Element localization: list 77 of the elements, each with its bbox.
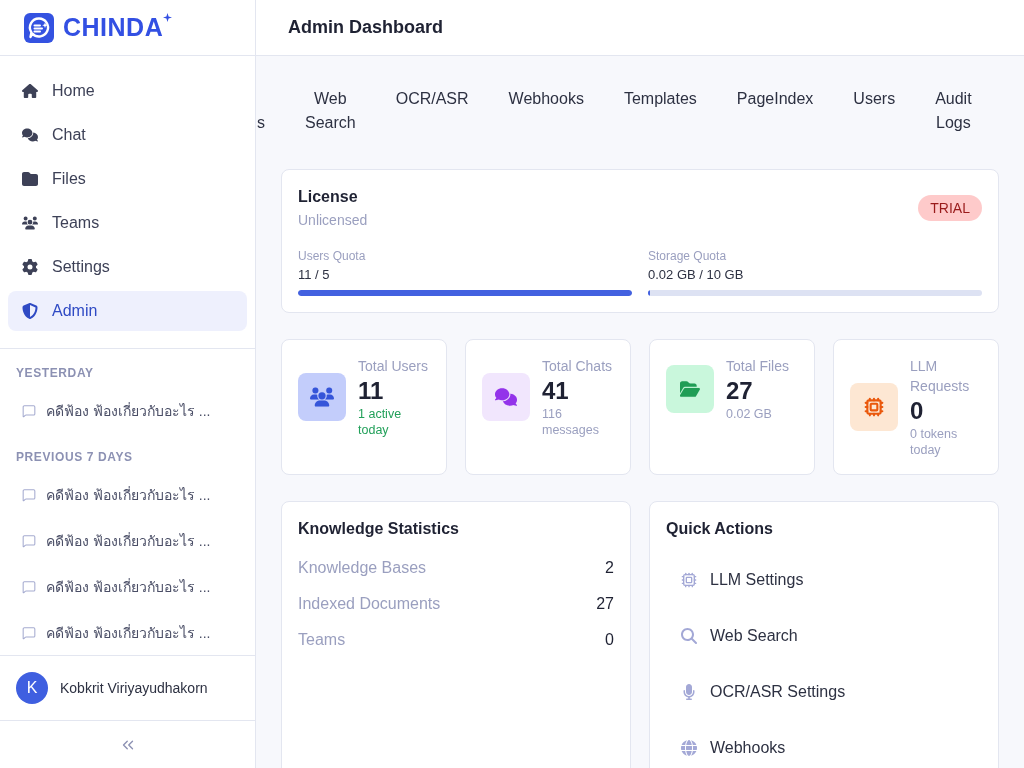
card-title: Quick Actions <box>666 519 774 539</box>
stat-label: Knowledge Bases <box>298 559 427 577</box>
card-title: Knowledge Statistics <box>298 519 460 539</box>
settings-icon <box>22 259 38 275</box>
stat-title: Total Users <box>358 357 430 376</box>
tab[interactable]: Audit Logs <box>915 87 992 135</box>
stat-value: 11 <box>358 376 385 406</box>
user-name: Kobkrit Viriyayudhakorn <box>60 680 208 696</box>
stat-value: 41 <box>542 376 570 406</box>
license-status: Unlicensed <box>298 211 368 230</box>
tab[interactable]: Users <box>833 87 916 111</box>
nav-item[interactable]: Settings <box>8 247 247 287</box>
quota-label: Storage Quota <box>648 248 728 264</box>
chat-history-item[interactable]: คดีฟ้อง ฟ้องเกี่ยวกับอะไร ... <box>8 518 247 564</box>
users-icon <box>298 373 346 421</box>
chat-bubble-icon <box>22 580 36 594</box>
chat-bubble-icon <box>22 534 36 548</box>
nav-item[interactable]: Admin <box>8 291 247 331</box>
stat-label: Indexed Documents <box>298 595 441 613</box>
tab[interactable]: Webhooks <box>488 87 604 111</box>
section-heading: YESTERDAY <box>15 365 95 381</box>
stat-subtext: 1 active today <box>358 406 403 438</box>
nav-item[interactable]: Chat <box>8 115 247 155</box>
quota-reading: 0.02 GB / 10 GB <box>648 266 745 284</box>
chip-icon <box>850 383 898 431</box>
microphone-icon <box>681 684 697 700</box>
stat-count: 0 <box>605 631 614 649</box>
stat-subtext: 0.02 GB <box>726 406 773 422</box>
chat-bubble-icon <box>22 488 36 502</box>
stat-subtext: 0 tokens today <box>910 426 959 458</box>
tab[interactable]: Web Search <box>285 87 376 135</box>
quick-action-item[interactable]: Web Search <box>666 608 982 664</box>
globe-icon <box>681 740 697 756</box>
chat-bubbles-icon <box>482 373 530 421</box>
nav-item[interactable]: Files <box>8 159 247 199</box>
shield-icon <box>22 303 38 319</box>
stat-title: LLM Requests <box>910 357 971 396</box>
quick-action-item[interactable]: Webhooks <box>666 720 982 768</box>
stat-count: 27 <box>596 595 614 613</box>
quick-action-item[interactable]: LLM Settings <box>666 552 982 608</box>
stat-value: 27 <box>726 376 754 406</box>
sparkle-icon <box>163 13 173 22</box>
stat-title: Total Files <box>726 357 791 376</box>
chip-icon <box>681 572 697 588</box>
stat-value: 0 <box>910 396 925 426</box>
quota-reading: 11 / 5 <box>298 266 331 284</box>
chat-history-item[interactable]: คดีฟ้อง ฟ้องเกี่ยวกับอะไร ... <box>8 388 247 434</box>
open-folder-icon <box>666 365 714 413</box>
quota-label: Users Quota <box>298 248 367 264</box>
chat-history-item[interactable]: คดีฟ้อง ฟ้องเกี่ยวกับอะไร ... <box>8 610 247 655</box>
nav-item[interactable]: Teams <box>8 203 247 243</box>
user-avatar: K <box>16 672 48 704</box>
card-title: License <box>298 187 359 207</box>
chat-history-item[interactable]: คดีฟ้อง ฟ้องเกี่ยวกับอะไร ... <box>8 472 247 518</box>
stat-subtext: 116 messages <box>542 406 600 438</box>
users-icon <box>22 215 38 231</box>
stat-title: Total Chats <box>542 357 614 376</box>
logo-icon <box>24 12 54 43</box>
quick-action-item[interactable]: OCR/ASR Settings <box>666 664 982 720</box>
home-icon <box>22 83 38 99</box>
stat-label: Teams <box>298 631 346 649</box>
tab[interactable]: PageIndex <box>716 87 834 111</box>
folder-icon <box>22 171 38 187</box>
section-heading: PREVIOUS 7 DAYS <box>15 449 134 465</box>
chat-bubble-icon <box>22 626 36 640</box>
chat-history-item[interactable]: คดีฟ้อง ฟ้องเกี่ยวกับอะไร ... <box>8 564 247 610</box>
search-icon <box>681 628 697 644</box>
chat-bubbles-icon <box>22 127 38 143</box>
page-title: Admin Dashboard <box>288 17 443 38</box>
plan-badge: TRIAL <box>918 195 982 221</box>
tab[interactable]: OCR/ASR <box>375 87 489 111</box>
tab[interactable]: Templates <box>603 87 717 111</box>
stat-count: 2 <box>605 559 614 577</box>
tab[interactable]: s <box>256 111 285 135</box>
chat-bubble-icon <box>22 404 36 418</box>
logo-text: CHINDA <box>63 15 164 40</box>
nav-item[interactable]: Home <box>8 71 247 111</box>
